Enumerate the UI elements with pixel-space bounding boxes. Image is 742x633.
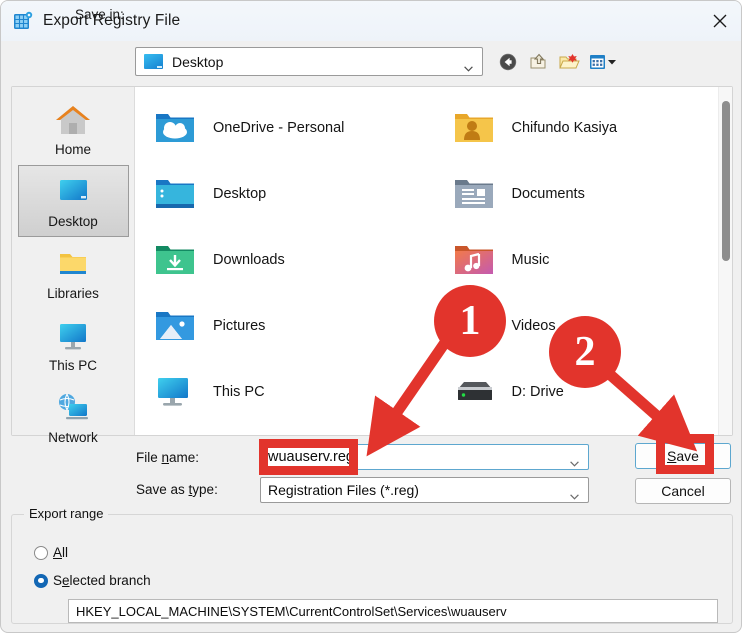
export-range-legend: Export range [24, 506, 109, 521]
list-item[interactable]: Documents [434, 161, 733, 227]
list-item-label: Pictures [213, 318, 266, 334]
save-in-combo[interactable]: Desktop [135, 47, 483, 76]
radio-export-all[interactable]: All [34, 545, 68, 560]
list-item[interactable]: Chifundo Kasiya [434, 95, 733, 161]
scrollbar-thumb[interactable] [722, 101, 730, 261]
radio-indicator [34, 545, 48, 560]
list-item[interactable]: Downloads [135, 227, 434, 293]
sidebar-item-label: Network [48, 430, 98, 445]
new-folder-icon[interactable] [558, 51, 580, 73]
registry-editor-icon [13, 11, 33, 31]
step-badge-1: 1 [434, 285, 506, 357]
cancel-button[interactable]: Cancel [635, 478, 731, 504]
export-registry-file-dialog: Export Registry File Save in: Desktop Ho… [0, 0, 742, 633]
file-name-label: File name: [136, 450, 200, 465]
file-list-scrollbar[interactable] [718, 87, 732, 435]
desktop-monitor-icon [144, 54, 163, 69]
selected-branch-path: HKEY_LOCAL_MACHINE\SYSTEM\CurrentControl… [76, 603, 507, 619]
radio-export-selected-branch[interactable]: Selected branch [34, 573, 151, 588]
list-item[interactable]: This PC [135, 359, 434, 425]
radio-label: Selected branch [53, 573, 151, 588]
save-in-value: Desktop [172, 53, 224, 70]
save-as-type-label: Save as type: [136, 482, 218, 497]
places-sidebar: Home Desktop Libraries This PC Network [12, 87, 135, 445]
save-as-type-combo[interactable]: Registration Files (*.reg) [260, 477, 589, 503]
list-item-label: D: Drive [511, 384, 564, 400]
onedrive-folder-icon [153, 109, 197, 147]
highlight-box-file-name [259, 439, 358, 475]
list-item-label: Desktop [213, 186, 267, 202]
list-item-label: OneDrive - Personal [213, 120, 345, 136]
sidebar-item-desktop[interactable]: Desktop [17, 165, 129, 237]
file-grid: OneDrive - Personal Chifundo Kasiya Desk… [135, 87, 732, 435]
list-item-label: Documents [511, 186, 585, 202]
list-item-label: Music [511, 252, 550, 268]
desktop-folder-icon [153, 175, 197, 213]
this-pc-icon [153, 373, 197, 411]
list-item[interactable]: OneDrive - Personal [135, 95, 434, 161]
back-icon[interactable] [498, 51, 520, 73]
save-in-label: Save in: [75, 7, 124, 22]
list-item-label: Videos [511, 318, 556, 334]
sidebar-item-libraries[interactable]: Libraries [18, 237, 129, 309]
step-badge-2: 2 [549, 316, 621, 388]
sidebar-item-label: Home [54, 142, 91, 157]
views-icon[interactable] [588, 51, 618, 73]
chevron-down-icon [464, 59, 473, 72]
documents-folder-icon [452, 175, 496, 213]
chevron-down-icon[interactable] [570, 487, 579, 500]
desktop-icon [52, 172, 94, 212]
list-item-label: This PC [213, 384, 265, 400]
list-item[interactable]: Pictures [135, 293, 434, 359]
list-item-label: Chifundo Kasiya [511, 120, 618, 136]
highlight-box-save [656, 434, 714, 474]
downloads-folder-icon [153, 241, 197, 279]
sidebar-item-this-pc[interactable]: This PC [18, 309, 129, 381]
pictures-folder-icon [153, 307, 197, 345]
home-icon [52, 100, 94, 140]
file-browser: Home Desktop Libraries This PC Network O… [11, 86, 733, 445]
music-folder-icon [452, 241, 496, 279]
this-pc-icon [52, 316, 94, 356]
list-item[interactable]: Desktop [135, 161, 434, 227]
libraries-folder-icon [52, 244, 94, 284]
selected-branch-field[interactable]: HKEY_LOCAL_MACHINE\SYSTEM\CurrentControl… [68, 599, 718, 623]
export-range-group: Export range All Selected branch HKEY_LO… [11, 506, 733, 624]
save-as-type-value: Registration Files (*.reg) [268, 482, 419, 498]
sidebar-item-home[interactable]: Home [18, 93, 129, 165]
radio-label: All [53, 545, 69, 560]
hard-drive-icon [452, 373, 496, 411]
file-list[interactable]: OneDrive - Personal Chifundo Kasiya Desk… [135, 87, 732, 435]
chevron-down-icon[interactable] [570, 454, 579, 467]
sidebar-item-label: Libraries [47, 286, 99, 301]
list-item-label: Downloads [213, 252, 285, 268]
sidebar-item-label: Desktop [48, 214, 98, 229]
network-icon [52, 388, 94, 428]
sidebar-item-network[interactable]: Network [18, 381, 129, 453]
navigation-toolbar [498, 48, 618, 76]
up-one-level-icon[interactable] [528, 51, 550, 73]
radio-indicator [34, 573, 48, 588]
sidebar-item-label: This PC [48, 358, 97, 373]
list-item[interactable]: Music [434, 227, 733, 293]
close-button[interactable] [697, 1, 741, 41]
user-folder-icon [452, 109, 496, 147]
